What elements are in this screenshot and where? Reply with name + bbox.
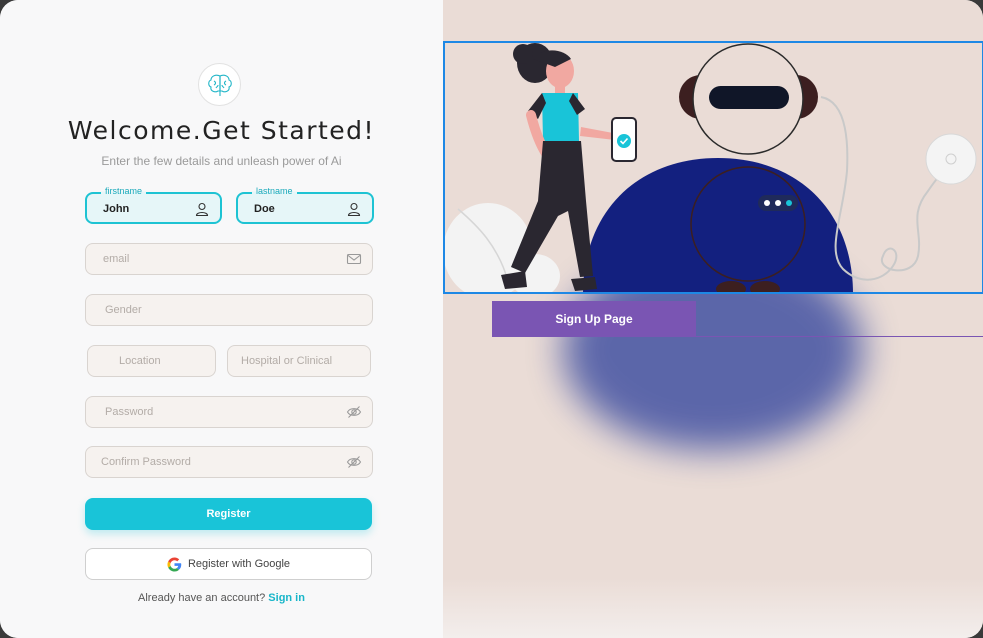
location-placeholder: Location <box>119 355 161 367</box>
hospital-field[interactable]: Hospital or Clinical <box>227 345 371 377</box>
page-subtitle: Enter the few details and unleash power … <box>101 154 342 168</box>
user-icon <box>347 202 361 217</box>
firstname-value: John <box>103 203 130 215</box>
hospital-placeholder: Hospital or Clinical <box>241 355 333 367</box>
signin-link[interactable]: Sign in <box>268 592 305 604</box>
confirm-password-field[interactable]: Confirm Password <box>85 446 373 478</box>
lastname-label: lastname <box>252 186 297 196</box>
gender-field[interactable]: Gender <box>85 294 373 326</box>
google-register-button[interactable]: Register with Google <box>85 548 372 580</box>
register-button[interactable]: Register <box>85 498 372 530</box>
signin-row: Already have an account? Sign in <box>0 592 443 604</box>
location-field[interactable]: Location <box>87 345 216 377</box>
firstname-field[interactable]: firstname John <box>85 186 222 224</box>
lastname-value: Doe <box>254 203 275 215</box>
illustration-fade <box>443 578 983 638</box>
registration-panel: Welcome.Get Started! Enter the few detai… <box>0 0 443 638</box>
password-placeholder: Password <box>105 406 154 418</box>
eye-off-icon[interactable] <box>346 404 362 420</box>
confirm-password-placeholder: Confirm Password <box>101 456 191 468</box>
brain-icon <box>207 74 232 96</box>
user-icon <box>195 202 209 217</box>
email-placeholder: email <box>103 253 130 265</box>
email-field[interactable]: email <box>85 243 373 275</box>
signup-divider <box>696 336 983 337</box>
eye-off-icon[interactable] <box>346 454 362 470</box>
signin-prompt: Already have an account? <box>138 592 266 604</box>
lastname-field[interactable]: lastname Doe <box>236 186 374 224</box>
firstname-label: firstname <box>101 186 147 196</box>
signup-page-button[interactable]: Sign Up Page <box>492 301 696 337</box>
mail-icon <box>346 253 362 265</box>
password-field[interactable]: Password <box>85 396 373 428</box>
brain-logo <box>198 63 241 106</box>
page-title: Welcome.Get Started! <box>67 116 376 145</box>
gender-placeholder: Gender <box>105 304 142 316</box>
google-button-label: Register with Google <box>187 558 291 570</box>
illustration-selection-box <box>443 41 983 294</box>
google-icon <box>167 556 182 572</box>
app-frame: Welcome.Get Started! Enter the few detai… <box>0 0 983 638</box>
